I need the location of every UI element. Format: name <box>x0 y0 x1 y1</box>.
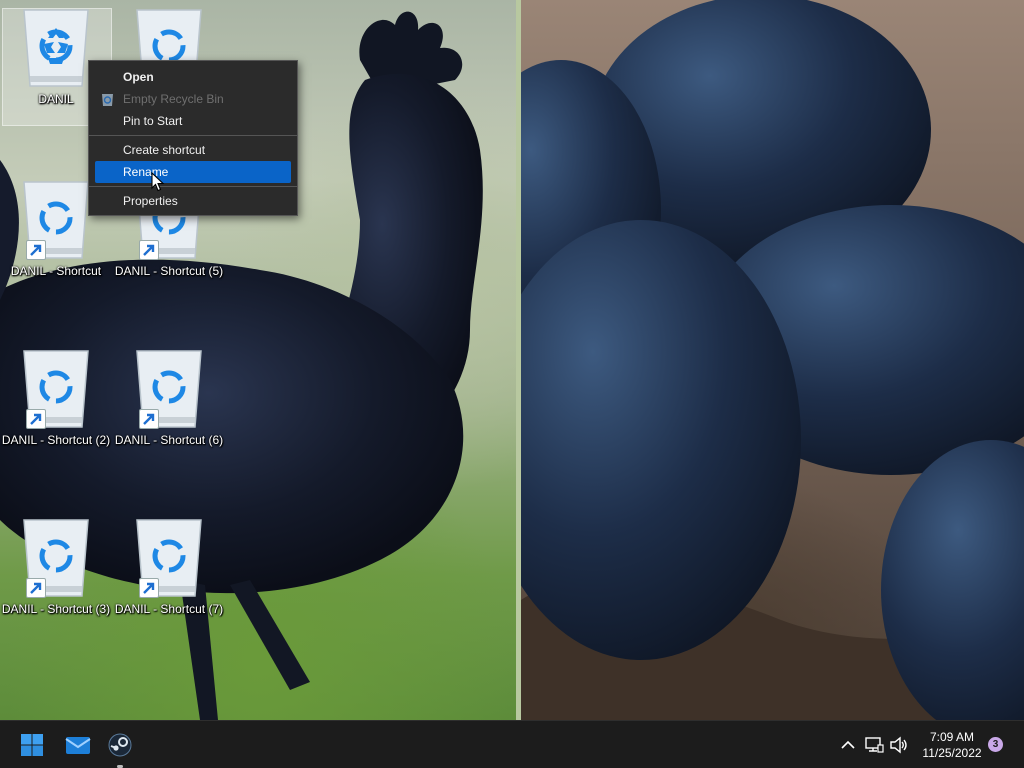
desktop-icon-shortcut-2[interactable]: DANIL - Shortcut (2) <box>0 345 112 447</box>
chevron-up-icon[interactable] <box>838 735 858 755</box>
shortcut-arrow-icon <box>139 409 159 429</box>
context-menu: Open Empty Recycle Bin Pin to Start Crea… <box>88 60 298 216</box>
recycle-bin-icon <box>133 514 205 598</box>
shortcut-arrow-icon <box>26 578 46 598</box>
menu-item-label: Empty Recycle Bin <box>123 92 224 106</box>
recycle-bin-icon <box>20 345 92 429</box>
menu-item-properties[interactable]: Properties <box>89 190 297 212</box>
shortcut-arrow-icon <box>139 240 159 260</box>
desktop-icon-shortcut-7[interactable]: DANIL - Shortcut (7) <box>113 514 225 616</box>
wallpaper-eggs-panel <box>521 0 1024 720</box>
recycle-bin-icon <box>133 345 205 429</box>
recycle-bin-icon <box>20 176 92 260</box>
recycle-bin-icon <box>101 92 114 106</box>
notification-badge[interactable]: 3 <box>988 737 1003 752</box>
recycle-bin-icon <box>20 4 92 88</box>
volume-icon[interactable] <box>889 735 909 755</box>
desktop-icon-shortcut-3[interactable]: DANIL - Shortcut (3) <box>0 514 112 616</box>
shortcut-arrow-icon <box>26 240 46 260</box>
shortcut-arrow-icon <box>26 409 46 429</box>
menu-item-create-shortcut[interactable]: Create shortcut <box>89 139 297 161</box>
recycle-bin-icon <box>20 514 92 598</box>
desktop-icon-label: DANIL - Shortcut (6) <box>114 433 224 447</box>
mouse-cursor-icon <box>151 172 165 192</box>
clock[interactable]: 7:09 AM 11/25/2022 <box>914 729 990 761</box>
mail-icon <box>65 737 91 754</box>
mail-button[interactable] <box>55 721 99 768</box>
menu-item-empty-recycle-bin: Empty Recycle Bin <box>89 88 297 110</box>
clock-time: 7:09 AM <box>929 730 975 744</box>
menu-item-pin-to-start[interactable]: Pin to Start <box>89 110 297 132</box>
desktop-icon-label: DANIL - Shortcut (3) <box>1 602 111 616</box>
shortcut-arrow-icon <box>139 578 159 598</box>
steam-button[interactable] <box>98 721 142 768</box>
menu-item-rename[interactable]: Rename <box>95 161 291 183</box>
start-button[interactable] <box>10 721 54 768</box>
menu-item-open[interactable]: Open <box>89 66 297 88</box>
clock-date: 11/25/2022 <box>922 746 982 760</box>
steam-icon <box>108 733 132 757</box>
desktop-icon-label: DANIL - Shortcut (2) <box>1 433 111 447</box>
menu-separator <box>89 186 297 187</box>
windows-logo-icon <box>21 734 43 756</box>
black-eggs <box>521 0 1024 720</box>
menu-separator <box>89 135 297 136</box>
desktop-icon-label: DANIL - Shortcut (7) <box>114 602 224 616</box>
taskbar: 7:09 AM 11/25/2022 3 <box>0 720 1024 768</box>
network-icon[interactable] <box>864 735 884 755</box>
desktop-icon-label: DANIL - Shortcut <box>10 264 102 278</box>
desktop-icon-shortcut-6[interactable]: DANIL - Shortcut (6) <box>113 345 225 447</box>
desktop-icon-label: DANIL - Shortcut (5) <box>114 264 224 278</box>
